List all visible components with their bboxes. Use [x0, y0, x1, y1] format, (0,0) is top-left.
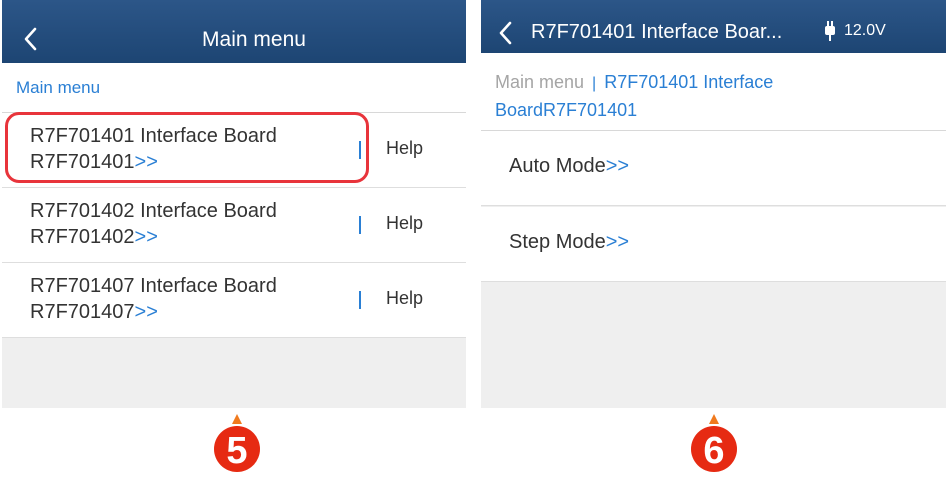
breadcrumb-main-menu[interactable]: Main menu [495, 72, 584, 92]
battery-voltage: 12.0V [844, 22, 886, 39]
breadcrumb-main-menu[interactable]: Main menu [16, 78, 100, 98]
help-button[interactable]: Help [386, 213, 423, 234]
step-number: 5 [226, 430, 247, 472]
list-item-label: R7F701407 Interface Board R7F701407>> [30, 275, 277, 323]
main-menu-screen: Main menu Main menu R7F701401 Interface … [2, 0, 466, 408]
breadcrumb-current[interactable]: R7F701401 Interface [604, 72, 773, 92]
arrow-icon: >> [605, 231, 630, 253]
breadcrumb-separator: | [592, 75, 597, 92]
app-header: Main menu [2, 0, 466, 63]
breadcrumb: Main menu [2, 63, 466, 113]
list-item-r7f701402[interactable]: R7F701402 Interface Board R7F701402>> He… [2, 188, 466, 263]
battery-status: 12.0V [824, 21, 886, 41]
breadcrumb-current-cont[interactable]: BoardR7F701401 [495, 100, 637, 120]
battery-icon [824, 21, 836, 41]
auto-mode-item[interactable]: Auto Mode>> [481, 131, 946, 206]
list-item-label: Step Mode>> [509, 231, 630, 253]
step-6-badge: 6 [690, 413, 738, 475]
help-button[interactable]: Help [386, 138, 423, 159]
chevron-left-icon[interactable] [497, 18, 515, 48]
step-5-badge: 5 [213, 413, 261, 475]
page-title: Main menu [202, 28, 306, 51]
step-number: 6 [703, 430, 724, 472]
step-mode-item[interactable]: Step Mode>> [481, 207, 946, 282]
arrow-icon: >> [605, 155, 630, 177]
help-button[interactable]: Help [386, 288, 423, 309]
interface-board-screen: R7F701401 Interface Boar... 12.0V Main m… [481, 0, 946, 408]
arrow-icon: >> [134, 301, 158, 323]
divider [359, 216, 361, 234]
selection-highlight [5, 112, 369, 183]
app-header: R7F701401 Interface Boar... 12.0V [481, 0, 946, 53]
list-item-label: Auto Mode>> [509, 155, 630, 177]
page-title: R7F701401 Interface Boar... [531, 21, 783, 43]
breadcrumb: Main menu | R7F701401 Interface BoardR7F70… [481, 53, 946, 131]
divider [359, 291, 361, 309]
list-item-label: R7F701402 Interface Board R7F701402>> [30, 200, 277, 248]
list-item-r7f701407[interactable]: R7F701407 Interface Board R7F701407>> He… [2, 263, 466, 338]
arrow-icon: >> [134, 226, 158, 248]
